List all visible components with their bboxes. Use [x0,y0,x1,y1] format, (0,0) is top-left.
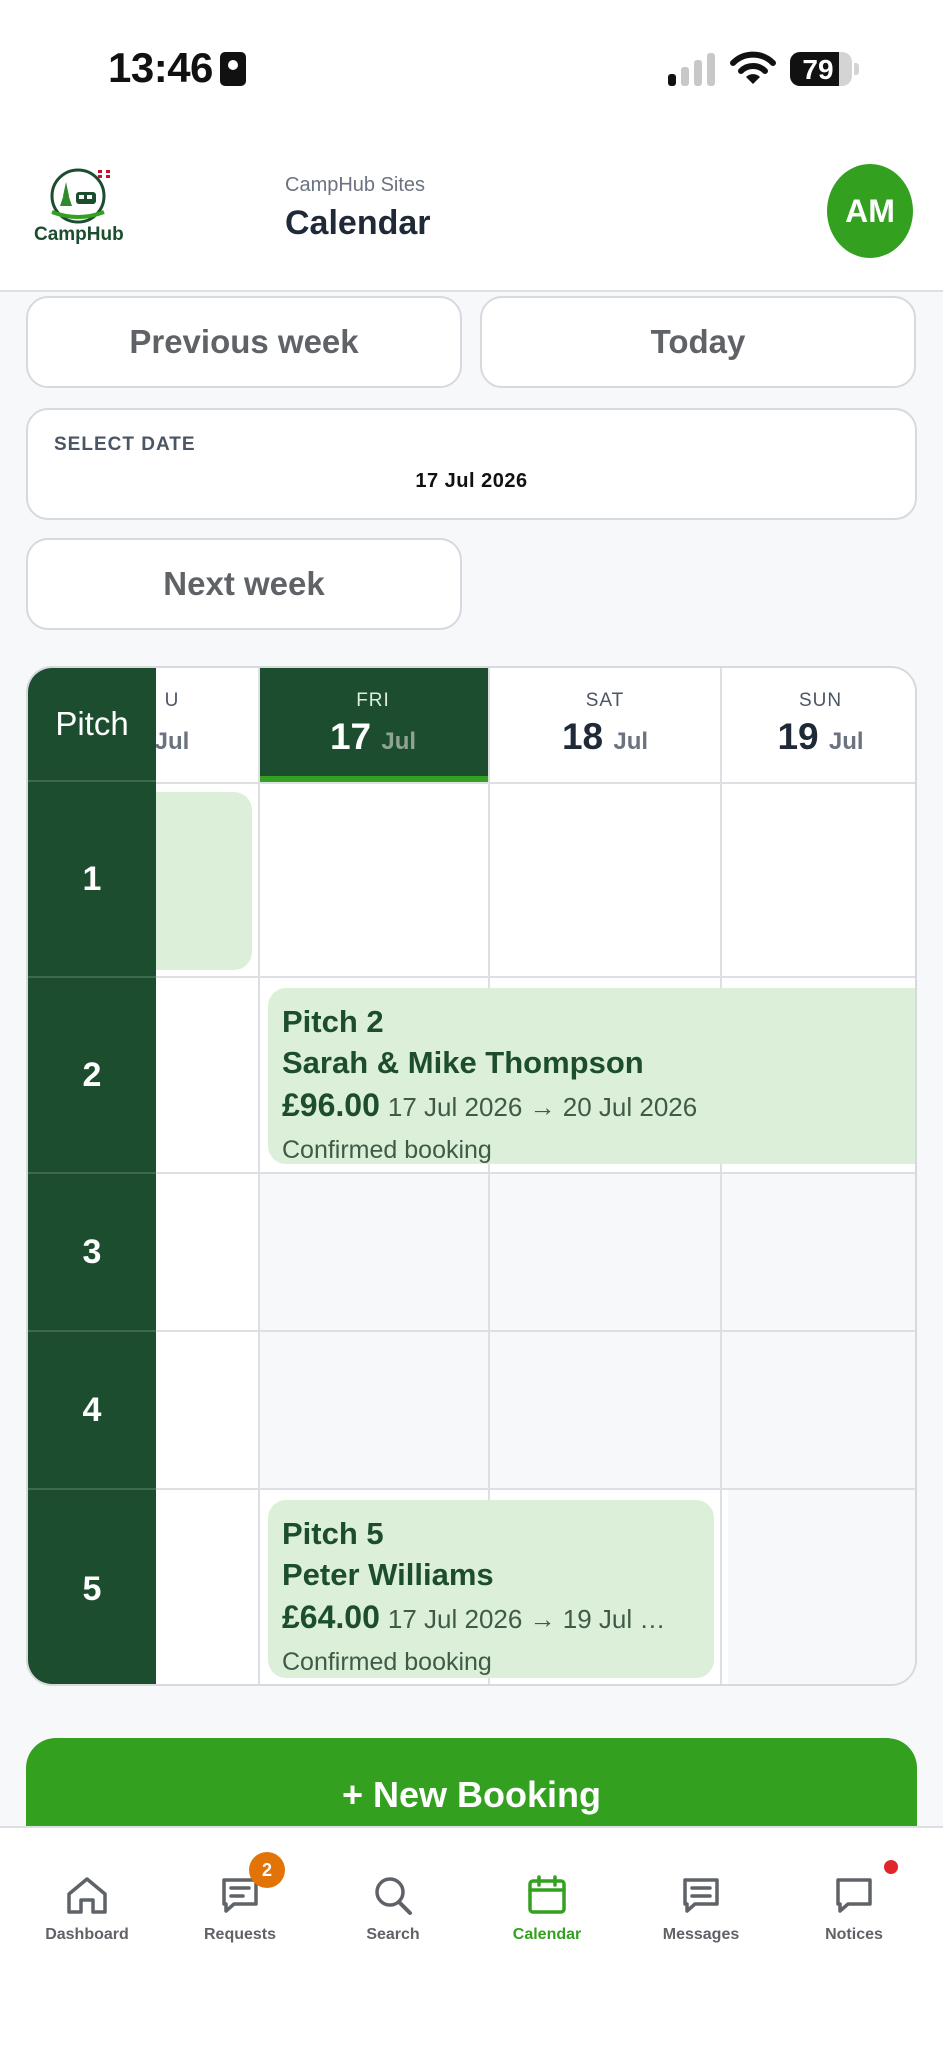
header-subtitle: CampHub Sites [285,174,426,196]
booking-price: £64.00 [282,1599,380,1635]
next-week-button[interactable]: Next week [26,538,462,630]
battery-level: 79 [802,54,834,85]
tab-label: Calendar [512,1926,582,1943]
booking-price-row: £96.00 17 Jul 2026 → 20 Jul 2026 [282,1084,915,1133]
bottom-tab-bar: Dashboard 2 Requests Search Calendar Mes… [0,1826,943,2048]
grid-line [258,668,260,1684]
tab-search[interactable]: Search [318,1874,468,1944]
calendar-empty-area [728,1490,915,1684]
calendar-icon [528,1875,566,1914]
select-date-label: SELECT DATE [54,434,196,455]
day-of-week: SUN [798,690,843,711]
grid-line [156,1330,915,1332]
day-number: 18 [561,716,604,757]
main-content: Previous week Today SELECT DATE 17 Jul 2… [0,292,943,1826]
grid-line [156,1172,915,1174]
booking-date-range: 17 Jul 2026 → 19 Jul … [387,1604,666,1634]
select-date-field[interactable]: SELECT DATE 17 Jul 2026 [26,408,917,520]
wifi-icon [730,51,776,84]
tab-label: Search [366,1926,420,1943]
tab-label: Requests [203,1926,277,1943]
day-header-sun[interactable]: SUN 19 Jul [722,668,915,782]
calendar-grid: U Jul FRI 17 Jul SAT 18 Jul SUN 19 Jul P… [26,666,917,1686]
day-month: Jul [154,728,190,755]
booking-status: Confirmed booking [282,1136,492,1164]
booking-price-row: £64.00 17 Jul 2026 → 19 Jul … [282,1596,700,1645]
tab-messages[interactable]: Messages [626,1874,776,1944]
pitch-row-label: 4 [28,1332,156,1490]
day-header-fri[interactable]: FRI 17 Jul [258,668,488,782]
pitch-column-header: Pitch [28,668,156,782]
grid-line [156,782,915,784]
tab-label: Notices [825,1926,883,1943]
tab-label: Messages [662,1926,740,1943]
tab-notices[interactable]: Notices [779,1860,929,1944]
battery-icon: 79 [790,52,852,86]
day-number: 17 [329,716,372,757]
day-month: Jul [613,728,649,755]
pitch-row-label: 5 [82,1569,102,1608]
grid-line [156,976,915,978]
day-date: 17 Jul [258,716,488,758]
pitch-column: Pitch 1 2 3 4 5 [28,668,156,1684]
calendar-empty-area [258,1173,915,1332]
battery-tip [854,63,859,75]
pitch-row-label: 3 [28,1174,156,1332]
requests-badge: 2 [249,1852,285,1888]
search-icon [375,1877,412,1915]
page-title: Calendar [285,204,431,242]
logo-mark-icon [50,168,110,224]
booking-status: Confirmed booking [282,1648,492,1676]
day-date: 19 Jul [722,716,915,758]
booking-card[interactable]: Pitch 2 Sarah & Mike Thompson £96.00 17 J… [268,988,915,1164]
logo-wordmark: CampHub [34,224,124,245]
camphub-logo[interactable]: CampHub [30,166,126,252]
pitch-row-label: 2 [28,978,156,1174]
day-header-sat[interactable]: SAT 18 Jul [490,668,720,782]
avatar[interactable]: AM [827,164,913,258]
tab-dashboard[interactable]: Dashboard [12,1874,162,1944]
notices-icon [836,1878,872,1913]
booking-date-range: 17 Jul 2026 → 20 Jul 2026 [387,1092,698,1122]
messages-icon [683,1878,719,1913]
booking-card[interactable]: Pitch 5 Peter Williams £64.00 17 Jul 2026… [268,1500,714,1678]
tab-label: Dashboard [45,1926,129,1943]
status-time: 13:46 [108,44,213,91]
grid-line [720,668,722,1684]
booking-pitch: Pitch 2 [282,1004,384,1039]
booking-price: £96.00 [282,1087,380,1123]
today-button[interactable]: Today [480,296,916,388]
day-of-week: FRI [356,690,390,711]
day-month: Jul [828,728,864,755]
booking-guest: Peter Williams [282,1557,494,1592]
previous-week-button[interactable]: Previous week [26,296,462,388]
cellular-signal-icon [668,52,715,86]
booking-guest: Sarah & Mike Thompson [282,1045,644,1080]
pitch-row-label: 1 [28,782,156,978]
contact-card-icon [220,52,246,86]
status-bar: 13:46 79 [0,0,943,140]
tab-requests[interactable]: 2 Requests [165,1852,315,1944]
day-of-week: SAT [585,690,625,711]
day-header-thu[interactable]: U Jul [154,668,258,782]
notices-dot [884,1860,898,1874]
selected-date-value: 17 Jul 2026 [415,470,528,492]
tab-calendar[interactable]: Calendar [472,1874,622,1944]
app-header: CampHub CampHub Sites Calendar AM [0,140,943,292]
booking-pitch: Pitch 5 [282,1516,384,1551]
new-booking-button[interactable]: + New Booking [26,1738,917,1826]
home-icon [67,1877,107,1914]
day-month: Jul [381,728,417,755]
grid-line [156,1488,915,1490]
calendar-empty-area [258,1332,915,1490]
day-number: 19 [777,716,819,757]
day-date: 18 Jul [490,716,720,758]
